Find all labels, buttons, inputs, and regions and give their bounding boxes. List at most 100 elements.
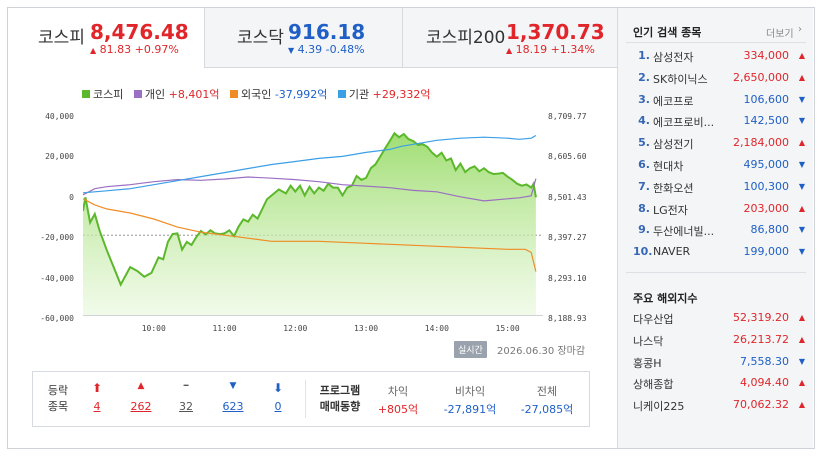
tab-kosdaq[interactable]: 코스닥 916.18 ▼ 4.39 -0.48%	[205, 8, 403, 68]
stock-price: 2,184,000	[733, 136, 789, 150]
market-stats: 등락 종목 ⬆ 4 ▲ 262 ━ 32 ▼ 623 ⬇ 0 프로그램 매매동향 차익 +805억 비…	[32, 371, 590, 427]
stock-name: 현대차	[653, 160, 684, 173]
label-line: 매매동향	[319, 400, 361, 413]
global-index-item[interactable]: 다우산업 52,319.20 ▲	[633, 311, 805, 333]
tab-kospi[interactable]: 코스피 8,476.48 ▲ 81.83 +0.97%	[8, 8, 205, 68]
index-name: 코스피	[38, 28, 85, 48]
popular-item[interactable]: 8. LG전자 203,000 ▲	[633, 202, 805, 224]
y-left-tick: 40,000	[45, 112, 74, 121]
label-line: 프로그램	[319, 384, 361, 397]
popular-item[interactable]: 3. 에코프로 106,600 ▼	[633, 93, 805, 115]
legend-swatch	[133, 90, 142, 98]
legend-item-institution[interactable]: 기관 +29,332억	[337, 88, 431, 101]
stock-price: 142,500	[743, 114, 790, 128]
down-arrow-icon: ▼	[798, 94, 805, 104]
tab-kospi200[interactable]: 코스피200 1,370.73 ▲ 18.19 +1.34%	[403, 8, 617, 68]
program-trading-label: 프로그램 매매동향	[315, 383, 365, 415]
legend-value: -37,992억	[274, 88, 328, 101]
program-label: 비차익	[454, 385, 486, 398]
index-name: 코스피200	[426, 28, 506, 48]
popular-item[interactable]: 7. 한화오션 100,300 ▼	[633, 180, 805, 202]
program-value: -27,085억	[520, 403, 574, 416]
realtime-badge[interactable]: 실시간	[454, 341, 487, 358]
popular-item[interactable]: 6. 현대차 495,000 ▼	[633, 158, 805, 180]
popular-item[interactable]: 5. 삼성전기 2,184,000 ▲	[633, 136, 805, 158]
index-change: ▲ 18.19 +1.34%	[506, 43, 595, 56]
global-index-value: 7,558.30	[740, 354, 789, 368]
rank-number: 7.	[638, 179, 650, 193]
legend-label: 기관	[348, 88, 370, 101]
stock-price: 334,000	[743, 49, 790, 62]
upper-limit-icon: ⬆	[91, 381, 103, 395]
legend-item-kospi[interactable]: 코스피	[82, 88, 123, 101]
stock-price: 100,300	[743, 179, 790, 193]
global-index-item[interactable]: 상해종합 4,094.40 ▲	[633, 376, 805, 398]
stock-name: 한화오션	[653, 181, 694, 195]
popular-item[interactable]: 2. SK하이닉스 2,650,000 ▲	[633, 71, 805, 93]
global-index-name: 니케이225	[633, 400, 685, 414]
rank-number: 4.	[638, 114, 650, 128]
up-arrow-icon: ▲	[798, 400, 805, 410]
more-link[interactable]: 더보기	[766, 25, 794, 40]
y-left-tick: -60,000	[40, 314, 74, 323]
program-label: 차익	[387, 385, 409, 398]
stock-price: 199,000	[743, 245, 790, 259]
index-change: ▼ 4.39 -0.48%	[288, 43, 365, 56]
legend-swatch	[229, 90, 238, 98]
up-arrow-icon: ▲	[798, 203, 805, 213]
rank-number: 3.	[638, 92, 650, 106]
popular-item[interactable]: 10. NAVER 199,000 ▼	[633, 245, 805, 267]
legend-swatch	[82, 90, 90, 98]
down-arrow-icon: ▼	[229, 381, 237, 391]
label-line: 등락	[47, 384, 69, 397]
index-value: 1,370.73	[506, 20, 605, 44]
legend-item-individual[interactable]: 개인 +8,401억	[133, 88, 219, 101]
rank-number: 1.	[638, 49, 650, 62]
count-link[interactable]: 32	[170, 400, 202, 413]
down-arrow-icon: ▼	[798, 181, 805, 191]
program-label: 전체	[536, 385, 558, 398]
index-name: 코스닥	[237, 28, 284, 48]
y-right-tick: 8,501.43	[548, 192, 587, 202]
index-change: ▲ 81.83 +0.97%	[90, 43, 179, 56]
down-arrow-icon: ▼	[798, 225, 805, 235]
count-link[interactable]: 4	[81, 400, 113, 413]
y-left-tick: -40,000	[40, 273, 74, 283]
down-arrow-icon: ▼	[798, 160, 805, 169]
x-tick: 14:00	[424, 324, 449, 333]
up-arrow-icon: ▲	[798, 138, 805, 148]
global-index-item[interactable]: 홍콩H 7,558.30 ▼	[633, 355, 805, 377]
global-index-value: 4,094.40	[740, 376, 789, 390]
count-link[interactable]: 262	[125, 400, 157, 413]
divider	[626, 42, 806, 43]
legend-value: +29,332억	[372, 88, 431, 101]
popular-item[interactable]: 9. 두산에너빌... 86,800 ▼	[633, 223, 805, 245]
divider	[305, 380, 306, 418]
stock-price: 86,800	[750, 223, 790, 237]
down-arrow-icon: ▼	[288, 46, 295, 55]
program-value: -27,891억	[443, 403, 497, 416]
stock-name: LG전자	[653, 203, 688, 217]
y-right-tick: 8,709.77	[548, 112, 587, 121]
divider	[626, 272, 806, 273]
x-tick: 10:00	[141, 324, 166, 333]
rank-number: 10.	[633, 245, 653, 259]
stock-price: 2,650,000	[733, 70, 789, 84]
y-left-tick: 0	[69, 192, 74, 202]
index-change-pct: -0.48%	[325, 43, 365, 56]
legend-item-foreign[interactable]: 외국인 -37,992억	[229, 88, 328, 101]
global-index-item[interactable]: 나스닥 26,213.72 ▲	[633, 333, 805, 355]
legend-swatch	[337, 90, 346, 98]
y-left-tick: 20,000	[45, 152, 74, 162]
count-link[interactable]: 623	[217, 400, 249, 413]
global-index-item[interactable]: 니케이225 70,062.32 ▲	[633, 398, 805, 420]
popular-item[interactable]: 4. 에코프로비... 142,500 ▼	[633, 114, 805, 136]
global-index-value: 52,319.20	[733, 311, 789, 324]
down-arrow-icon: ▼	[798, 356, 805, 366]
stock-name: 삼성전기	[653, 138, 694, 152]
rank-number: 2.	[638, 70, 650, 84]
index-change-value: 4.39	[297, 43, 323, 56]
popular-item[interactable]: 1. 삼성전자 334,000 ▲	[633, 49, 805, 71]
up-arrow-icon: ▲	[798, 313, 805, 322]
count-link[interactable]: 0	[262, 400, 294, 413]
